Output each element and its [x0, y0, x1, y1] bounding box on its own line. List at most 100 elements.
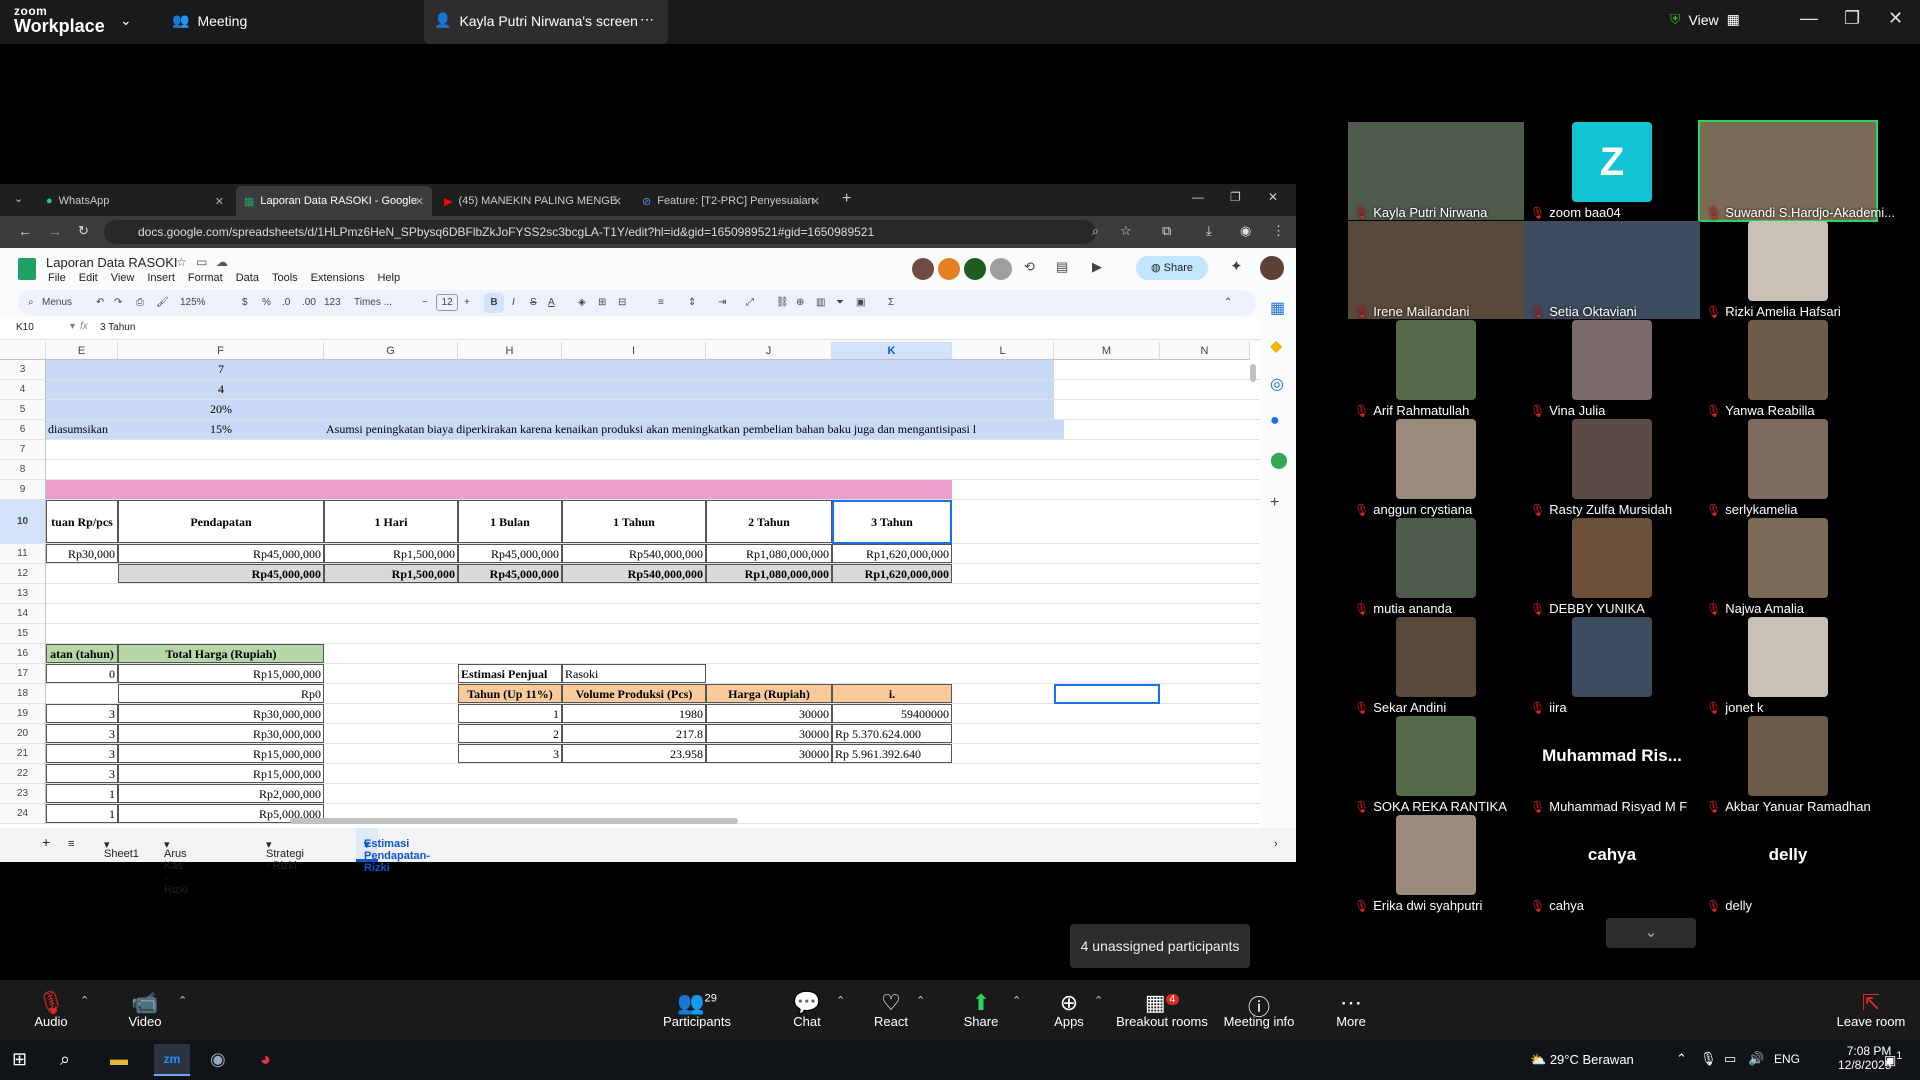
- bold-button[interactable]: B: [484, 293, 504, 313]
- more-button[interactable]: ⋯ More: [1306, 990, 1396, 1029]
- apps-options-icon[interactable]: ⌃: [1094, 994, 1103, 1007]
- participant-tile[interactable]: 🎙 iira: [1524, 617, 1700, 715]
- column-header[interactable]: K: [832, 342, 952, 360]
- row-header[interactable]: 3: [0, 360, 46, 380]
- functions-icon[interactable]: Σ: [888, 297, 894, 308]
- calendar-icon[interactable]: ▦: [1270, 298, 1285, 318]
- meeting-menu[interactable]: 👥 Meeting: [172, 12, 247, 29]
- dropdown-icon[interactable]: ▾: [70, 321, 75, 332]
- cell-i18[interactable]: Volume Produksi (Pcs): [562, 684, 706, 703]
- cell-f4[interactable]: 4: [118, 380, 324, 399]
- all-sheets-icon[interactable]: ≡: [68, 838, 74, 850]
- cell-e22[interactable]: 3: [46, 764, 118, 783]
- gemini-icon[interactable]: ✦: [1230, 257, 1243, 275]
- browser-close[interactable]: ✕: [1268, 190, 1278, 204]
- column-header[interactable]: E: [46, 342, 118, 360]
- row-header[interactable]: 18: [0, 684, 46, 704]
- share-options-icon[interactable]: ⌃: [1012, 994, 1021, 1007]
- cell-k20[interactable]: Rp 5.370.624.000: [832, 724, 952, 743]
- keep-icon[interactable]: ◆: [1270, 336, 1282, 356]
- column-header[interactable]: I: [562, 342, 706, 360]
- audio-options-icon[interactable]: ⌃: [80, 994, 89, 1007]
- collapse-toolbar-icon[interactable]: ⌃: [1224, 297, 1232, 308]
- row-header[interactable]: 8: [0, 460, 46, 480]
- name-box[interactable]: K10: [16, 322, 34, 333]
- download-icon[interactable]: ⤓: [1206, 223, 1212, 239]
- cell-f5[interactable]: 20%: [118, 400, 324, 419]
- browser-menu-icon[interactable]: ⋮: [1272, 223, 1285, 239]
- column-header[interactable]: M: [1054, 342, 1160, 360]
- tab-youtube[interactable]: ▶ (45) MANEKIN PALING MENGE ✕: [436, 186, 630, 216]
- row-header[interactable]: 10: [0, 500, 46, 544]
- cell-e24[interactable]: 1: [46, 804, 118, 823]
- cell-h10[interactable]: 1 Bulan: [458, 500, 562, 543]
- tab-search-icon[interactable]: ⌄: [14, 192, 23, 205]
- participant-tile[interactable]: 🎙 Vina Julia: [1524, 320, 1700, 418]
- menu-format[interactable]: Format: [188, 272, 223, 284]
- chevron-down-icon[interactable]: ⌄: [120, 12, 132, 29]
- horizontal-scrollbar[interactable]: [290, 818, 738, 824]
- row-header[interactable]: 4: [0, 380, 46, 400]
- row-header[interactable]: 16: [0, 644, 46, 664]
- cell-f16[interactable]: Total Harga (Rupiah): [118, 644, 324, 663]
- row-header[interactable]: 17: [0, 664, 46, 684]
- participant-tile[interactable]: 🎙 Rizki Amelia Hafsari: [1700, 221, 1876, 319]
- menu-extensions[interactable]: Extensions: [311, 272, 365, 284]
- cell-i10[interactable]: 1 Tahun: [562, 500, 706, 543]
- cell-e20[interactable]: 3: [46, 724, 118, 743]
- vertical-scrollbar[interactable]: [1250, 364, 1256, 382]
- row-header[interactable]: 13: [0, 584, 46, 604]
- sheet-tab[interactable]: Arus Kas - Rizki ▾: [164, 838, 188, 896]
- close-tab-icon[interactable]: ✕: [613, 195, 622, 208]
- browser-restore[interactable]: ❐: [1230, 190, 1241, 204]
- redo-icon[interactable]: ↷: [114, 297, 122, 308]
- participant-tile[interactable]: 🎙 Setia Oktaviani: [1524, 221, 1700, 319]
- add-comment-icon[interactable]: ⊕: [796, 297, 804, 308]
- maps-icon[interactable]: ⬤: [1270, 450, 1288, 470]
- cell-e16[interactable]: atan (tahun): [46, 644, 118, 663]
- increase-decimal-button[interactable]: .00: [302, 297, 316, 308]
- cell-e6[interactable]: diasumsikan: [46, 420, 118, 439]
- cell-i17[interactable]: Rasoki: [562, 664, 706, 683]
- font-size-plus[interactable]: +: [464, 297, 470, 308]
- cell-f20[interactable]: Rp30,000,000: [118, 724, 324, 743]
- browser-minimize[interactable]: —: [1192, 190, 1204, 204]
- menu-file[interactable]: File: [48, 272, 66, 284]
- participant-tile[interactable]: 🎙 Erika dwi syahputri: [1348, 815, 1524, 913]
- extensions-icon[interactable]: ⧉: [1162, 223, 1171, 239]
- filter-icon[interactable]: ⏷: [836, 297, 844, 308]
- participant-tile[interactable]: delly 🎙 delly: [1700, 815, 1876, 913]
- cell-f10[interactable]: Pendapatan: [118, 500, 324, 543]
- row-header[interactable]: 12: [0, 564, 46, 584]
- participant-tile[interactable]: 🎙 DEBBY YUNIKA: [1524, 518, 1700, 616]
- italic-button[interactable]: I: [512, 297, 515, 308]
- search-icon[interactable]: ⌕: [60, 1049, 70, 1070]
- font-select[interactable]: Times ...: [354, 297, 392, 308]
- forward-icon[interactable]: →: [48, 223, 62, 239]
- close-tab-icon[interactable]: ✕: [415, 195, 424, 208]
- share-doc-button[interactable]: ◍ Share: [1136, 256, 1208, 280]
- decrease-decimal-button[interactable]: .0: [282, 297, 290, 308]
- cell-f21[interactable]: Rp15,000,000: [118, 744, 324, 763]
- cell-j11[interactable]: Rp1,080,000,000: [706, 544, 832, 563]
- merge-cells-icon[interactable]: ⊟: [618, 297, 626, 308]
- participant-tile[interactable]: 🎙 anggun crystiana: [1348, 419, 1524, 517]
- paint-format-icon[interactable]: 🖌: [156, 297, 169, 308]
- meet-icon[interactable]: ▶: [1092, 259, 1102, 275]
- add-addon-icon[interactable]: +: [1270, 494, 1279, 512]
- insert-chart-icon[interactable]: ▥: [816, 297, 825, 308]
- participant-tile[interactable]: 🎙 Rasty Zulfa Mursidah: [1524, 419, 1700, 517]
- undo-icon[interactable]: ↶: [96, 297, 104, 308]
- chrome-taskbar-icon[interactable]: ◕: [260, 1049, 271, 1070]
- cell-i12[interactable]: Rp540,000,000: [562, 564, 706, 583]
- cell-e21[interactable]: 3: [46, 744, 118, 763]
- participant-tile[interactable]: 🎙 serlykamelia: [1700, 419, 1876, 517]
- cell-e11[interactable]: Rp30,000: [46, 544, 118, 563]
- cell-e19[interactable]: 3: [46, 704, 118, 723]
- move-folder-icon[interactable]: ▭: [196, 255, 207, 269]
- cell-j20[interactable]: 30000: [706, 724, 832, 743]
- url-field[interactable]: docs.google.com/spreadsheets/d/1HLPmz6He…: [104, 220, 1096, 244]
- participant-tile[interactable]: 🎙 Irene Mailandani: [1348, 221, 1524, 319]
- file-explorer-icon[interactable]: ▬: [110, 1049, 128, 1070]
- language-indicator[interactable]: ENG: [1774, 1052, 1800, 1066]
